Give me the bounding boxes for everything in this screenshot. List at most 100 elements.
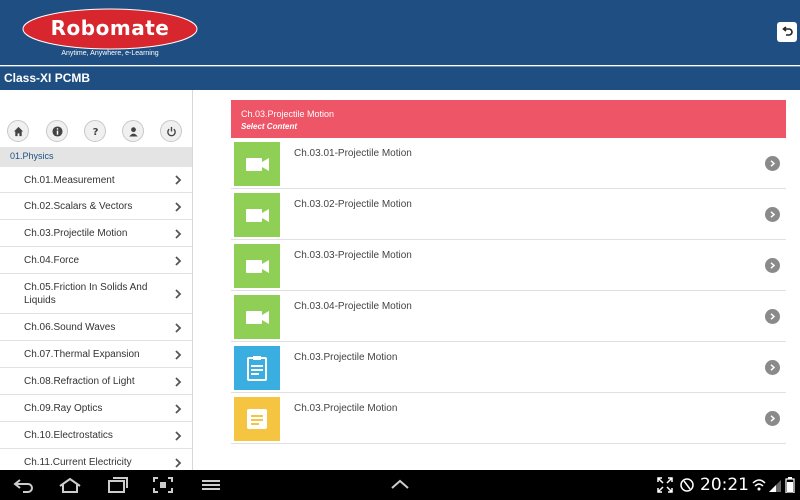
content-item[interactable]: Ch.03.03-Projectile Motion bbox=[231, 240, 786, 291]
content-item-label: Ch.03.Projectile Motion bbox=[294, 352, 398, 363]
content-item[interactable]: Ch.03.04-Projectile Motion bbox=[231, 291, 786, 342]
content-item[interactable]: Ch.03.01-Projectile Motion bbox=[231, 138, 786, 189]
open-content-button[interactable] bbox=[765, 258, 780, 273]
chapter-label: Ch.11.Current Electricity bbox=[24, 457, 132, 468]
chapter-label: Ch.06.Sound Waves bbox=[24, 322, 116, 333]
nav-back-icon[interactable] bbox=[12, 477, 36, 493]
logo-tagline: Anytime, Anywhere, e-Learning bbox=[61, 50, 159, 57]
content-item-label: Ch.03.04-Projectile Motion bbox=[294, 301, 412, 312]
back-arrow-icon bbox=[782, 26, 793, 36]
sidebar-chapter-item[interactable]: Ch.05.Friction In Solids And Liquids bbox=[0, 274, 192, 314]
system-nav-bar: 20:21 bbox=[0, 470, 800, 500]
sidebar-chapter-item[interactable]: Ch.06.Sound Waves bbox=[0, 314, 192, 341]
nav-screenshot-icon[interactable] bbox=[152, 477, 174, 493]
chapter-label: Ch.02.Scalars & Vectors bbox=[24, 201, 133, 212]
power-icon bbox=[166, 126, 176, 136]
chapter-subtitle: Select Content bbox=[241, 122, 298, 131]
content-item-label: Ch.03.03-Projectile Motion bbox=[294, 250, 412, 261]
chevron-right-icon bbox=[175, 175, 182, 185]
chapter-label: Ch.03.Projectile Motion bbox=[24, 228, 128, 239]
content-thumbnail bbox=[234, 193, 280, 237]
subject-header: 01.Physics bbox=[0, 147, 192, 167]
open-content-button[interactable] bbox=[765, 207, 780, 222]
notepad-icon bbox=[247, 409, 267, 429]
open-content-button[interactable] bbox=[765, 360, 780, 375]
sidebar-chapter-item[interactable]: Ch.09.Ray Optics bbox=[0, 395, 192, 422]
content-list: Ch.03.01-Projectile Motion Ch.03.02-Proje… bbox=[231, 138, 786, 444]
content-panel: Ch.03.Projectile Motion Select Content C… bbox=[193, 90, 800, 470]
sidebar-chapter-item[interactable]: Ch.04.Force bbox=[0, 247, 192, 274]
chevron-right-icon bbox=[175, 403, 182, 414]
chevron-right-icon bbox=[175, 201, 182, 212]
chevron-right-icon bbox=[770, 262, 776, 269]
content-thumbnail bbox=[234, 346, 280, 390]
nav-home-icon[interactable] bbox=[58, 477, 82, 493]
chevron-right-icon bbox=[175, 430, 182, 441]
chevron-right-icon bbox=[175, 228, 182, 239]
chevron-right-icon bbox=[175, 322, 182, 333]
chapter-label: Ch.09.Ray Optics bbox=[24, 403, 103, 414]
subject-label: 01.Physics bbox=[10, 151, 54, 161]
chapter-label: Ch.01.Measurement bbox=[24, 174, 115, 186]
svg-text:?: ? bbox=[92, 127, 98, 137]
open-content-button[interactable] bbox=[765, 411, 780, 426]
chevron-right-icon bbox=[175, 457, 182, 468]
sidebar-toolbar: ? bbox=[0, 120, 192, 144]
logo-text: Robomate bbox=[50, 16, 170, 40]
profile-button[interactable] bbox=[122, 120, 144, 142]
sidebar-chapter-item[interactable]: Ch.03.Projectile Motion bbox=[0, 220, 192, 247]
chapter-title: Ch.03.Projectile Motion bbox=[241, 109, 335, 119]
content-item[interactable]: Ch.03.02-Projectile Motion bbox=[231, 189, 786, 240]
data-saver-icon bbox=[680, 478, 694, 492]
chapter-label: Ch.05.Friction In Solids And Liquids bbox=[24, 282, 148, 306]
nav-menu-icon[interactable] bbox=[200, 477, 222, 493]
battery-icon bbox=[785, 477, 795, 493]
chevron-right-icon bbox=[770, 364, 776, 371]
content-item-label: Ch.03.01-Projectile Motion bbox=[294, 148, 412, 159]
sidebar-chapter-item[interactable]: Ch.10.Electrostatics bbox=[0, 422, 192, 449]
chapter-label: Ch.10.Electrostatics bbox=[24, 430, 113, 441]
signal-icon bbox=[769, 480, 781, 492]
chapter-list: Ch.01.Measurement Ch.02.Scalars & Vectors… bbox=[0, 167, 192, 470]
class-title-bar: Class-XI PCMB bbox=[0, 66, 800, 90]
nav-recents-icon[interactable] bbox=[106, 477, 130, 493]
chapter-label: Ch.08.Refraction of Light bbox=[24, 376, 135, 387]
wifi-icon bbox=[752, 479, 766, 491]
content-item[interactable]: Ch.03.Projectile Motion bbox=[231, 342, 786, 393]
user-icon bbox=[128, 126, 138, 137]
chevron-right-icon bbox=[770, 415, 776, 422]
content-thumbnail bbox=[234, 397, 280, 441]
logout-button[interactable] bbox=[160, 120, 182, 142]
open-content-button[interactable] bbox=[765, 156, 780, 171]
info-button[interactable] bbox=[46, 120, 68, 142]
home-icon bbox=[13, 126, 23, 136]
content-thumbnail bbox=[234, 244, 280, 288]
help-icon: ? bbox=[92, 127, 98, 137]
chevron-right-icon bbox=[770, 211, 776, 218]
chapter-header: Ch.03.Projectile Motion Select Content bbox=[231, 100, 786, 138]
sidebar-chapter-item[interactable]: Ch.07.Thermal Expansion bbox=[0, 341, 192, 368]
chevron-right-icon bbox=[175, 289, 182, 299]
sidebar-chapter-item[interactable]: Ch.01.Measurement bbox=[0, 167, 192, 193]
chevron-right-icon bbox=[770, 160, 776, 167]
open-content-button[interactable] bbox=[765, 309, 780, 324]
clipboard-icon bbox=[247, 356, 267, 381]
robomate-logo: Robomate Anytime, Anywhere, e-Learning bbox=[22, 8, 198, 60]
content-item-label: Ch.03.02-Projectile Motion bbox=[294, 199, 412, 210]
sidebar-chapter-item[interactable]: Ch.08.Refraction of Light bbox=[0, 368, 192, 395]
chevron-right-icon bbox=[175, 349, 182, 360]
sidebar-chapter-item[interactable]: Ch.11.Current Electricity bbox=[0, 449, 192, 470]
sidebar: ? 01.Physics Ch.01.Measurement Ch.02.Scal… bbox=[0, 90, 193, 470]
nav-up-chevron-icon[interactable] bbox=[388, 477, 412, 493]
home-button[interactable] bbox=[7, 120, 29, 142]
chevron-right-icon bbox=[175, 376, 182, 387]
help-button[interactable]: ? bbox=[84, 120, 106, 142]
back-button[interactable] bbox=[777, 22, 797, 42]
video-icon bbox=[246, 311, 269, 324]
content-thumbnail bbox=[234, 295, 280, 339]
content-item[interactable]: Ch.03.Projectile Motion bbox=[231, 393, 786, 444]
content-item-label: Ch.03.Projectile Motion bbox=[294, 403, 398, 414]
video-icon bbox=[246, 158, 269, 171]
class-title: Class-XI PCMB bbox=[4, 71, 91, 85]
sidebar-chapter-item[interactable]: Ch.02.Scalars & Vectors bbox=[0, 193, 192, 220]
